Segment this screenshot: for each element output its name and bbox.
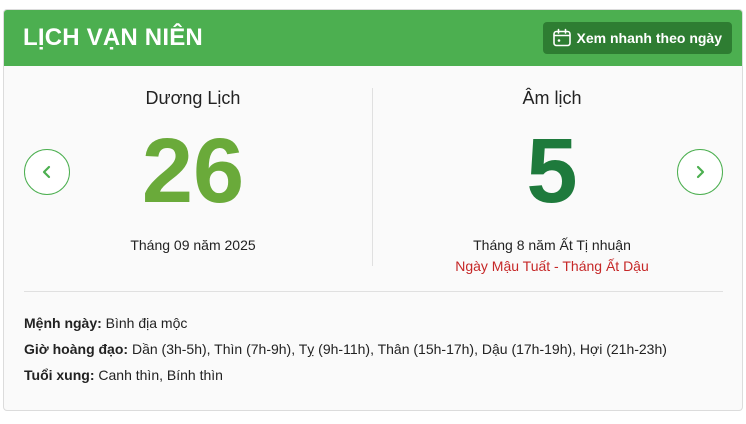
- menh-ngay-row: Mệnh ngày: Bình địa mộc: [24, 313, 667, 339]
- gio-hoang-dao-row: Giờ hoàng đạo: Dần (3h-5h), Thìn (7h-9h)…: [24, 339, 667, 365]
- gio-hoang-dao-label: Giờ hoàng đạo:: [24, 341, 129, 357]
- can-chi-text: Ngày Mậu Tuất - Tháng Ất Dậu: [455, 258, 649, 274]
- lunar-month-year: Tháng 8 năm Ất Tị nhuận: [473, 237, 631, 253]
- column-divider: [372, 88, 373, 266]
- day-info: Mệnh ngày: Bình địa mộc Giờ hoàng đạo: D…: [24, 313, 667, 391]
- lunar-column: Âm lịch 5 Tháng 8 năm Ất Tị nhuận Ngày M…: [402, 66, 702, 274]
- section-divider: [24, 291, 723, 292]
- tuoi-xung-value: Canh thìn, Bính thìn: [98, 367, 223, 383]
- menh-ngay-label: Mệnh ngày:: [24, 315, 102, 331]
- next-day-button[interactable]: [677, 149, 723, 195]
- date-panel: Dương Lịch 26 Tháng 09 năm 2025 Âm lịch …: [4, 66, 742, 292]
- page-title: LỊCH VẠN NIÊN: [23, 24, 203, 51]
- menh-ngay-value: Bình địa mộc: [105, 315, 188, 331]
- solar-day: 26: [141, 120, 245, 222]
- quick-view-button[interactable]: Xem nhanh theo ngày: [542, 22, 732, 54]
- tuoi-xung-label: Tuổi xung:: [24, 367, 95, 383]
- solar-heading: Dương Lịch: [145, 88, 241, 108]
- quick-view-label: Xem nhanh theo ngày: [576, 30, 722, 46]
- tuoi-xung-row: Tuổi xung: Canh thìn, Bính thìn: [24, 365, 667, 391]
- solar-month-year: Tháng 09 năm 2025: [130, 237, 256, 253]
- chevron-right-icon: [696, 165, 705, 179]
- solar-column: Dương Lịch 26 Tháng 09 năm 2025: [43, 66, 343, 253]
- calendar-icon: [552, 28, 572, 48]
- gio-hoang-dao-value: Dần (3h-5h), Thìn (7h-9h), Tỵ (9h-11h), …: [131, 341, 667, 357]
- header: LỊCH VẠN NIÊN Xem nhanh theo ngày: [4, 10, 742, 66]
- calendar-card: LỊCH VẠN NIÊN Xem nhanh theo ngày Dương …: [3, 9, 743, 411]
- lunar-heading: Âm lịch: [522, 88, 582, 108]
- lunar-day: 5: [526, 120, 578, 222]
